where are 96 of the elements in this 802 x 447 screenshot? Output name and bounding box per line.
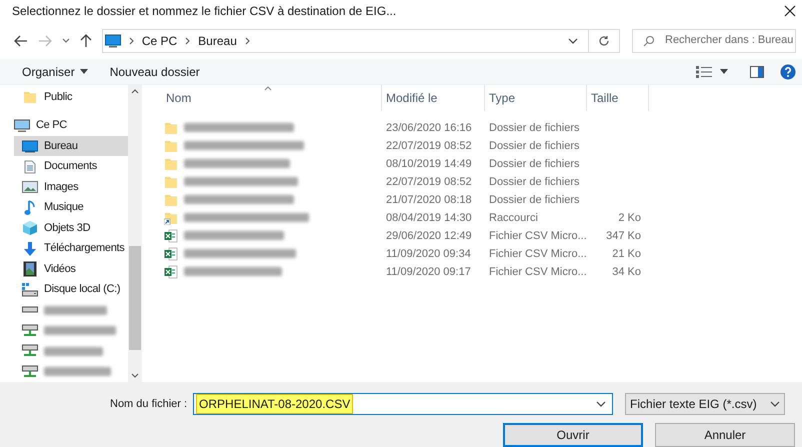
spreadsheet-file-icon [164,264,178,279]
search-input[interactable]: Rechercher dans : Bureau [665,32,795,49]
sidebar-item[interactable]: Images [14,176,128,198]
table-cell: 21/07/2020 08:18 [386,194,472,206]
sidebar-item[interactable]: Public [14,86,128,108]
dialog-button[interactable]: Annuler [655,422,795,447]
breadcrumb[interactable]: Ce PC [142,32,178,50]
table-cell: 08/04/2019 14:30 [386,212,472,224]
dialog-button[interactable]: Ouvrir [503,422,643,447]
table-cell: 347 Ko [606,230,641,242]
scrollbar[interactable] [128,84,142,382]
file-name-field[interactable]: ORPHELINAT-08-2020.CSV [193,392,614,415]
sort-ascending-icon [264,86,272,91]
column-header[interactable]: Modifié le [382,84,485,111]
new-folder-button[interactable]: Nouveau dossier [110,62,200,81]
scroll-down-icon[interactable] [131,372,139,378]
table-cell: Dossier de fichiers [489,194,580,206]
folder-icon [164,192,178,207]
sidebar-item[interactable]: Téléchargements [14,238,128,259]
dropdown-caret-icon[interactable] [62,38,70,44]
music-note-icon [24,200,36,216]
organize-menu-button[interactable]: Organiser [22,62,88,81]
table-cell: 29/06/2020 12:49 [386,230,472,242]
file-name-label: Nom du fichier : [110,396,188,412]
table-cell: Dossier de fichiers [489,122,580,134]
back-arrow-icon[interactable] [14,34,28,47]
table-cell: 11/09/2020 09:17 [386,266,471,278]
drive-icon [22,282,38,297]
table-cell: Fichier CSV Micro... [489,230,587,242]
sidebar-item[interactable]: Ce PC [14,115,128,136]
highlighted-file-name: ORPHELINAT-08-2020.CSV [196,394,354,414]
film-icon [23,261,37,278]
scroll-thumb[interactable] [129,246,141,350]
picture-frame-icon [22,181,38,194]
folder-icon [164,138,178,153]
table-cell: 22/07/2019 08:52 [386,176,472,188]
sidebar-item[interactable]: Disque local (C:) [14,279,128,300]
table-cell: Fichier CSV Micro... [489,248,587,260]
folder-icon [164,120,178,135]
table-cell: 34 Ko [612,266,641,278]
table-cell: 11/09/2020 09:34 [386,248,471,260]
chevron-icon[interactable] [244,36,250,45]
breadcrumb[interactable]: Bureau [198,32,237,50]
dropdown-caret-icon[interactable] [720,69,728,74]
shortcut-folder-icon [164,210,178,225]
dropdown-caret-icon [80,69,88,74]
table-cell: 2 Ko [618,212,641,224]
help-icon[interactable] [780,64,796,80]
document-icon [24,160,36,174]
table-cell: 21 Ko [612,248,641,260]
table-cell: Dossier de fichiers [489,176,580,188]
refresh-icon[interactable] [598,34,610,47]
view-list-icon[interactable] [696,66,712,78]
preview-pane-icon[interactable] [750,66,764,78]
cube-icon [22,220,38,236]
folder-icon [23,90,37,104]
folder-icon [164,174,178,189]
column-header[interactable]: Type [485,84,587,111]
column-header[interactable]: Nom [162,84,382,111]
table-cell: Dossier de fichiers [489,140,580,152]
table-cell: Fichier CSV Micro... [489,266,587,278]
window-title: Selectionnez le dossier et nommez le fichier CSV à destination de EIG... [12,2,396,20]
up-arrow-icon[interactable] [80,34,92,48]
column-header[interactable]: Taille [587,84,649,111]
folder-icon [164,156,178,171]
dropdown-caret-icon[interactable] [596,400,606,407]
search-field[interactable]: Rechercher dans : Bureau [632,28,796,53]
close-icon[interactable] [784,4,796,17]
network-drive-icon [22,364,38,379]
down-arrow-icon [23,240,37,257]
monitor-icon [22,140,38,153]
network-drive-icon [22,324,38,338]
sidebar-item[interactable]: Bureau [14,136,128,156]
chevron-icon [185,36,190,45]
sidebar-item[interactable]: Musique [14,197,128,218]
dropdown-caret-icon[interactable] [568,38,578,44]
scroll-up-icon[interactable] [131,88,139,94]
search-icon [643,34,655,47]
monitor-icon [104,34,121,48]
monitor-icon [14,118,30,133]
address-bar[interactable]: Ce PC Bureau [102,28,620,53]
table-cell: 08/10/2019 14:49 [386,158,472,170]
spreadsheet-file-icon [164,228,178,243]
chevron-icon [128,36,134,45]
sidebar-item[interactable]: Vidéos [14,258,128,280]
table-cell: 23/06/2020 16:16 [386,122,472,134]
dropdown-caret-icon [770,400,780,407]
network-drive-icon [22,344,38,358]
drive-icon [22,306,38,314]
sidebar-item[interactable]: Documents [14,156,128,177]
file-type-dropdown[interactable]: Fichier texte EIG (*.csv) [625,392,786,415]
spreadsheet-file-icon [164,246,178,261]
sidebar-item[interactable]: Objets 3D [14,218,128,238]
table-cell: 22/07/2019 08:52 [386,140,472,152]
table-cell: Raccourci [489,212,538,224]
table-cell: Dossier de fichiers [489,158,580,170]
